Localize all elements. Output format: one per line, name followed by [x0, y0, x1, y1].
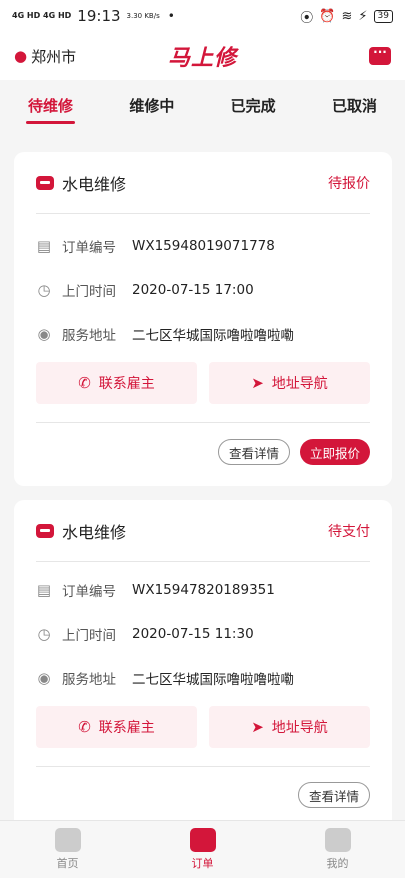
- profile-icon: [324, 828, 351, 852]
- visit-time: 2020-07-15 17:00: [132, 282, 254, 298]
- service-address-label: 服务地址: [62, 672, 116, 688]
- tab-pending-repair[interactable]: 待维修: [25, 80, 76, 132]
- tab-in-repair[interactable]: 维修中: [129, 80, 174, 132]
- nav-profile[interactable]: 我的: [270, 821, 405, 878]
- contact-employer-label: 联系雇主: [98, 720, 155, 736]
- address-navigation-button[interactable]: ➤ 地址导航: [209, 362, 370, 404]
- document-icon: ▤: [36, 237, 52, 255]
- bottom-navigation: 首页 订单 我的: [0, 820, 405, 878]
- alarm-icon: ⏰: [319, 8, 336, 24]
- document-icon: ▤: [36, 581, 52, 599]
- notification-dot: •: [167, 9, 175, 23]
- address-navigation-label: 地址导航: [271, 720, 328, 736]
- address-navigation-label: 地址导航: [271, 376, 328, 392]
- nav-home-label: 首页: [56, 857, 79, 870]
- contact-employer-label: 联系雇主: [98, 376, 155, 392]
- location-icon: ◉: [37, 325, 51, 343]
- service-title: 水电维修: [62, 174, 127, 194]
- nav-orders[interactable]: 订单: [135, 821, 270, 878]
- status-bar: 4G HD 4G HD 19:13 3.30 KB/s • ⦿ ⏰ ≋ ⚡ 39: [0, 0, 405, 32]
- order-number-label: 订单编号: [62, 240, 116, 256]
- message-icon[interactable]: [369, 45, 391, 65]
- contact-employer-button[interactable]: ✆ 联系雇主: [36, 362, 197, 404]
- service-title: 水电维修: [62, 522, 127, 542]
- nav-orders-label: 订单: [191, 857, 214, 870]
- service-address: 二七区华城国际噜啦噜啦嘞: [132, 672, 294, 688]
- order-card: 水电维修 待报价 ▤ 订单编号 WX15948019071778 ◷ 上门时间 …: [14, 152, 392, 486]
- navigation-arrow-icon: ➤: [251, 718, 264, 736]
- order-number: WX15948019071778: [132, 238, 275, 254]
- charging-icon: ⚡: [358, 8, 368, 24]
- contact-employer-button[interactable]: ✆ 联系雇主: [36, 706, 197, 748]
- phone-icon: ✆: [78, 718, 91, 736]
- location-status-icon: ⦿: [300, 10, 314, 26]
- nav-home[interactable]: 首页: [0, 821, 135, 878]
- clock: 19:13: [77, 7, 121, 25]
- network-speed: 3.30 KB/s: [126, 12, 160, 20]
- tab-cancelled[interactable]: 已取消: [332, 80, 377, 132]
- visit-time-label: 上门时间: [62, 284, 116, 300]
- battery-indicator: 39: [373, 9, 393, 23]
- address-navigation-button[interactable]: ➤ 地址导航: [209, 706, 370, 748]
- order-number: WX15947820189351: [132, 582, 275, 598]
- city-label: 郑州市: [31, 47, 77, 66]
- location-icon: ◉: [37, 669, 51, 687]
- city-selector[interactable]: ● 郑州市: [14, 46, 76, 67]
- view-details-button[interactable]: 查看详情: [217, 439, 290, 465]
- navigation-arrow-icon: ➤: [251, 374, 264, 392]
- repair-service-icon: [36, 175, 54, 190]
- order-card: 水电维修 待支付 ▤ 订单编号 WX15947820189351 ◷ 上门时间 …: [14, 500, 392, 830]
- repair-service-icon: [36, 523, 54, 538]
- service-address-label: 服务地址: [62, 328, 116, 344]
- view-details-button[interactable]: 查看详情: [297, 782, 370, 808]
- clock-icon: ◷: [37, 625, 51, 643]
- order-status-tabs: 待维修 维修中 已完成 已取消: [0, 80, 405, 132]
- order-number-label: 订单编号: [62, 584, 116, 600]
- order-status: 待支付: [328, 523, 370, 540]
- order-status: 待报价: [328, 175, 370, 192]
- location-pin-icon: ●: [14, 47, 28, 65]
- tab-completed[interactable]: 已完成: [231, 80, 276, 132]
- visit-time-label: 上门时间: [62, 628, 116, 644]
- clock-icon: ◷: [37, 281, 51, 299]
- quote-now-button[interactable]: 立即报价: [299, 439, 370, 465]
- nav-profile-label: 我的: [326, 857, 349, 870]
- orders-icon: [189, 828, 216, 852]
- app-header: ● 郑州市 马上修: [0, 32, 405, 80]
- visit-time: 2020-07-15 11:30: [132, 626, 254, 642]
- signal-indicator: 4G HD 4G HD: [12, 11, 72, 20]
- home-icon: [54, 828, 81, 852]
- phone-icon: ✆: [78, 374, 91, 392]
- service-address: 二七区华城国际噜啦噜啦嘞: [132, 328, 294, 344]
- wifi-icon: ≋: [341, 8, 353, 24]
